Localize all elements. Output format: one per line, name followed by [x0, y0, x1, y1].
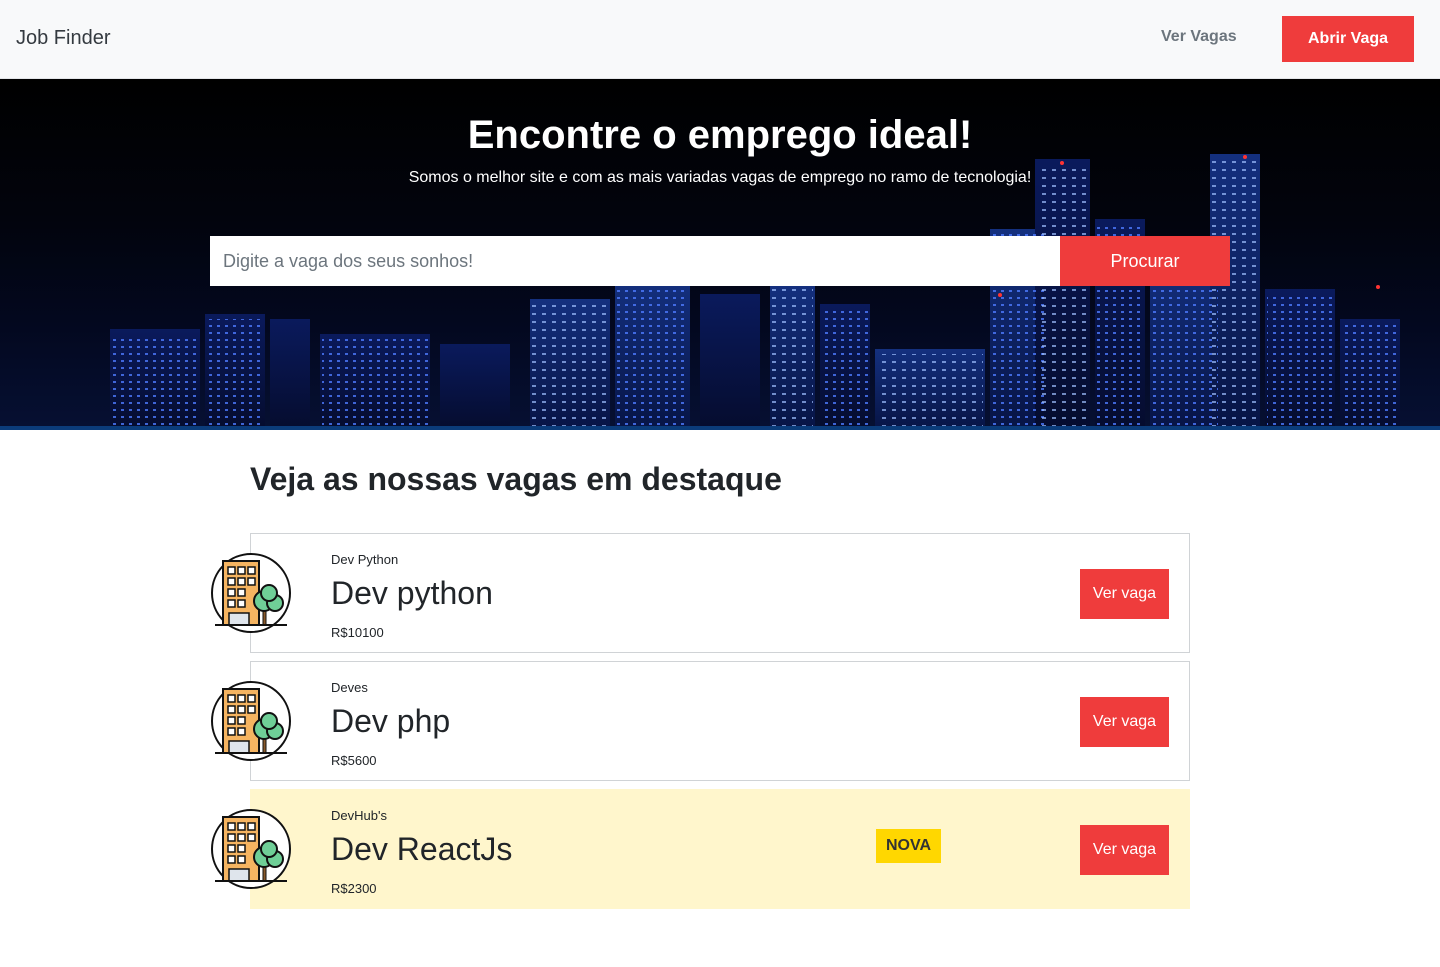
- job-salary: R$5600: [331, 753, 377, 768]
- job-title: Dev php: [331, 703, 451, 739]
- job-salary: R$2300: [331, 881, 377, 896]
- job-card: Deves Dev php R$5600 Ver vaga: [211, 661, 1190, 781]
- featured-jobs-title: Veja as nossas vagas em destaque: [250, 461, 782, 497]
- ver-vaga-button[interactable]: Ver vaga: [1080, 697, 1169, 747]
- nav-link-ver-vagas[interactable]: Ver Vagas: [1161, 28, 1237, 46]
- building-tree-icon: [211, 681, 291, 761]
- job-card-highlighted: DevHub's Dev ReactJs R$2300 NOVA Ver vag…: [211, 789, 1190, 909]
- company-name: Dev Python: [331, 552, 399, 567]
- company-name: DevHub's: [331, 808, 387, 823]
- job-title: Dev python: [331, 575, 493, 611]
- job-search-input[interactable]: [210, 236, 1060, 286]
- building-tree-icon: [211, 553, 291, 633]
- brand-logo-text[interactable]: Job Finder: [16, 27, 111, 50]
- building-tree-icon: [211, 809, 291, 889]
- job-card: Dev Python Dev python R$10100 Ver vaga: [211, 533, 1190, 653]
- job-salary: R$10100: [331, 625, 384, 640]
- job-title: Dev ReactJs: [331, 831, 513, 867]
- hero-banner: Encontre o emprego ideal! Somos o melhor…: [0, 79, 1440, 430]
- navbar: Job Finder Ver Vagas Abrir Vaga: [0, 0, 1440, 79]
- ver-vaga-button[interactable]: Ver vaga: [1080, 825, 1169, 875]
- ver-vaga-button[interactable]: Ver vaga: [1080, 569, 1169, 619]
- hero-title: Encontre o emprego ideal!: [467, 113, 973, 157]
- search-button[interactable]: Procurar: [1060, 236, 1230, 286]
- hero-subtitle: Somos o melhor site e com as mais variad…: [408, 169, 1032, 186]
- company-name: Deves: [331, 680, 368, 695]
- new-badge: NOVA: [876, 829, 941, 863]
- hero-bottom-border: [0, 426, 1440, 430]
- abrir-vaga-button[interactable]: Abrir Vaga: [1282, 16, 1414, 62]
